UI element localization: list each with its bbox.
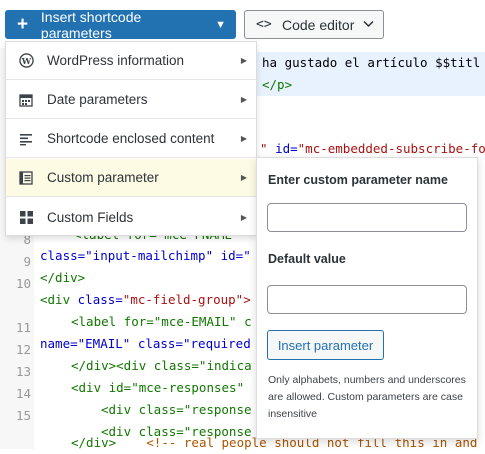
code-line: <div class="mc-field-group"> xyxy=(40,292,251,307)
default-value-heading: Default value xyxy=(268,252,346,266)
menu-item-date-parameters[interactable]: Date parameters ▶ xyxy=(6,81,256,119)
wordpress-icon: W xyxy=(18,53,34,69)
menu-item-custom-parameter[interactable]: Custom parameter ▶ xyxy=(6,159,256,197)
parameter-help-text: Only alphabets, numbers and underscores … xyxy=(268,374,466,420)
default-value-input[interactable] xyxy=(267,285,467,314)
arrow-right-icon: ▶ xyxy=(240,173,247,182)
menu-item-label: Custom Fields xyxy=(47,209,134,225)
code-editor-label: Code editor xyxy=(282,16,355,33)
svg-text:W: W xyxy=(20,56,31,66)
menu-item-label: Shortcode enclosed content xyxy=(47,131,215,146)
custom-parameter-icon xyxy=(18,170,34,186)
arrow-right-icon: ▶ xyxy=(240,95,247,104)
menu-item-label: Custom parameter xyxy=(47,170,159,185)
parameter-name-input[interactable] xyxy=(267,203,467,232)
insert-shortcode-parameters-button[interactable]: + Insert shortcode parameters ▼ xyxy=(5,8,236,41)
insert-parameter-button[interactable]: Insert parameter xyxy=(267,330,384,360)
menu-item-custom-fields[interactable]: Custom Fields ▶ xyxy=(6,198,256,236)
enclosed-content-icon xyxy=(18,131,34,147)
caret-down-icon: ▼ xyxy=(215,18,226,31)
shortcode-parameters-menu: W WordPress information ▶ Date parameter… xyxy=(5,41,257,236)
menu-item-label: Date parameters xyxy=(47,92,148,107)
code-line: <div class="response xyxy=(101,402,252,417)
parameter-name-heading: Enter custom parameter name xyxy=(268,173,448,187)
custom-parameter-panel: Enter custom parameter name Default valu… xyxy=(256,157,478,439)
code-icon: <> xyxy=(256,17,272,32)
custom-fields-icon xyxy=(18,209,34,225)
line-number: 10 xyxy=(15,276,31,291)
line-number: 11 xyxy=(15,320,31,335)
code-line: name="EMAIL" class="required xyxy=(40,336,251,351)
code-line: <label for="mce-EMAIL" c xyxy=(71,314,252,329)
line-number: 14 xyxy=(15,386,31,401)
menu-item-label: WordPress information xyxy=(47,53,185,68)
menu-item-wordpress-information[interactable]: W WordPress information ▶ xyxy=(6,42,256,80)
code-line: <div id="mce-responses" xyxy=(71,380,245,395)
code-line: </div> xyxy=(40,270,86,285)
code-editor-button[interactable]: <> Code editor xyxy=(244,10,384,39)
arrow-right-icon: ▶ xyxy=(240,56,247,65)
code-line: ha gustado el artículo $$titl xyxy=(262,55,481,70)
arrow-right-icon: ▶ xyxy=(240,134,247,143)
line-number: 9 xyxy=(23,254,31,269)
arrow-right-icon: ▶ xyxy=(240,212,247,222)
insert-shortcode-parameters-label: Insert shortcode parameters xyxy=(40,8,142,41)
calendar-icon xyxy=(18,92,34,108)
line-number: 15 xyxy=(15,408,31,423)
code-line: class="input-mailchimp" id=" xyxy=(40,248,251,263)
line-number: 13 xyxy=(15,364,31,379)
code-line: </p> xyxy=(262,77,293,92)
plus-icon: + xyxy=(17,14,29,35)
menu-item-shortcode-enclosed-content[interactable]: Shortcode enclosed content ▶ xyxy=(6,120,256,158)
line-number: 12 xyxy=(15,342,31,357)
chevron-down-icon xyxy=(363,19,374,31)
code-line: </div><div class="indica xyxy=(71,358,252,373)
